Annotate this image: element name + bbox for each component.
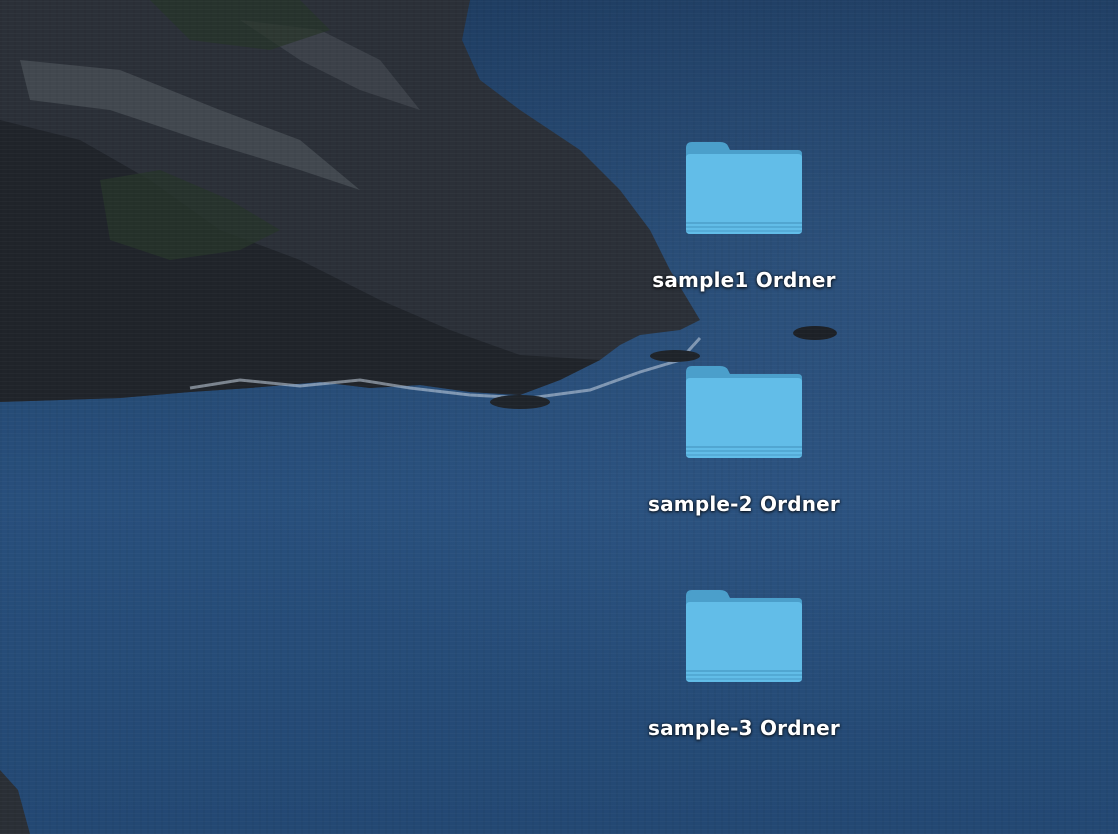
wallpaper (0, 0, 837, 834)
folder-icon (686, 142, 802, 234)
sea-rock (490, 395, 550, 409)
desktop[interactable]: sample1 Ordner sample-2 Ordner sample-3 … (0, 0, 1118, 834)
folder-icon (686, 366, 802, 458)
desktop-folder-label[interactable]: sample1 Ordner (652, 268, 836, 292)
desktop-folder-sample1[interactable]: sample1 Ordner (629, 140, 859, 292)
desktop-folder-sample-3[interactable]: sample-3 Ordner (629, 588, 859, 740)
bottom-rock (0, 770, 30, 834)
folder-icon (686, 590, 802, 682)
desktop-folder-label[interactable]: sample-2 Ordner (648, 492, 840, 516)
sea-rock (650, 350, 700, 362)
sea-rock (793, 326, 837, 340)
desktop-folder-label[interactable]: sample-3 Ordner (648, 716, 840, 740)
desktop-folder-sample-2[interactable]: sample-2 Ordner (629, 364, 859, 516)
